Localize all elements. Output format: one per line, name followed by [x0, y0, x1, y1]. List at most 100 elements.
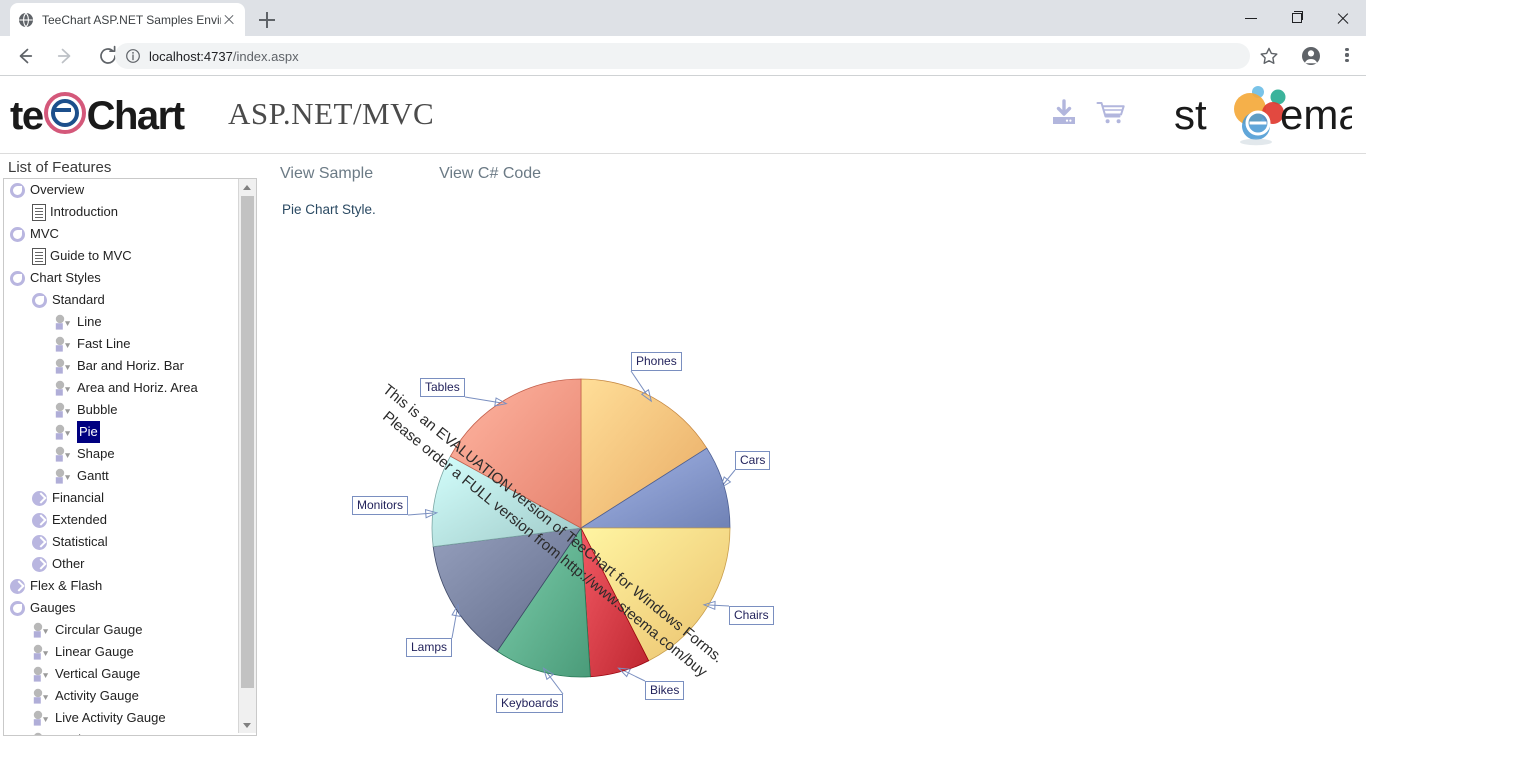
sidebar-item-overview[interactable]: Overview — [4, 179, 236, 201]
browser-tab-title: TeeChart ASP.NET Samples Enviro — [42, 12, 221, 27]
document-icon — [32, 203, 46, 221]
sidebar-item-label: Gantt — [77, 468, 109, 483]
sidebar-item-vertical-gauge[interactable]: Vertical Gauge — [4, 663, 236, 685]
expanded-node-icon[interactable] — [32, 292, 47, 308]
chart-leaf-icon — [32, 622, 52, 639]
sidebar-item-guide-to-mvc[interactable]: Guide to MVC — [4, 245, 236, 267]
sidebar-item-circular-gauge[interactable]: Circular Gauge — [4, 619, 236, 641]
sidebar-item-bubble[interactable]: Bubble — [4, 399, 236, 421]
new-tab-button[interactable] — [255, 8, 279, 32]
url-host: localhost:4737 — [149, 48, 233, 64]
pie-label-phones: Phones — [631, 352, 682, 371]
sidebar-item-gantt[interactable]: Gantt — [4, 465, 236, 487]
download-icon[interactable] — [1047, 96, 1081, 130]
sidebar-item-label: Live Activity Gauge — [55, 710, 166, 725]
sidebar-title: List of Features — [8, 159, 112, 176]
pie-label-text: Lamps — [411, 640, 448, 654]
chart-leaf-icon — [54, 424, 74, 441]
content-tabs: View Sample View C# Code — [280, 165, 607, 183]
sidebar-item-financial[interactable]: Financial — [4, 487, 236, 509]
sidebar-item-label: Circular Gauge — [55, 622, 143, 637]
chart-leaf-icon — [54, 446, 74, 463]
pie-label-monitors: Monitors — [352, 496, 409, 515]
expanded-node-icon[interactable] — [10, 270, 25, 286]
sidebar-item-linear-gauge[interactable]: Linear Gauge — [4, 641, 236, 663]
pie-chart[interactable]: Phones Cars Chairs Bikes Keyboards Lamps Monit… — [262, 223, 1362, 763]
steema-logo[interactable]: st ema — [1172, 82, 1362, 146]
info-icon[interactable] — [125, 48, 141, 64]
sidebar-item-pie[interactable]: Pie — [4, 421, 236, 443]
sidebar-item-other[interactable]: Other — [4, 553, 236, 575]
chart-leaf-icon — [32, 644, 52, 661]
address-bar[interactable]: localhost:4737/index.aspx — [115, 43, 1250, 69]
tab-view-csharp-code[interactable]: View C# Code — [439, 165, 541, 183]
collapsed-node-icon[interactable] — [32, 534, 47, 550]
scrollbar-thumb[interactable] — [241, 196, 254, 688]
sidebar-scrollbar[interactable] — [238, 179, 256, 733]
scroll-down-icon[interactable] — [239, 717, 256, 733]
sidebar-item-introduction[interactable]: Introduction — [4, 201, 236, 223]
sidebar-item-knob-gauge[interactable]: Knob Gauge — [4, 729, 236, 735]
sidebar-item-area-and-horiz-area[interactable]: Area and Horiz. Area — [4, 377, 236, 399]
forward-arrow-icon[interactable] — [53, 43, 79, 69]
svg-text:st: st — [1174, 91, 1207, 138]
expanded-node-icon[interactable] — [10, 600, 25, 616]
sidebar-item-label: Bar and Horiz. Bar — [77, 358, 184, 373]
sidebar-item-label: Overview — [30, 182, 85, 197]
kebab-menu-icon[interactable] — [1338, 45, 1356, 67]
close-icon[interactable] — [1320, 0, 1366, 36]
pie-label-text: Cars — [740, 453, 766, 467]
pie-label-text: Tables — [425, 380, 460, 394]
pie-label-tables: Tables — [420, 378, 465, 397]
sidebar-item-fast-line[interactable]: Fast Line — [4, 333, 236, 355]
browser-tab[interactable]: TeeChart ASP.NET Samples Enviro — [10, 3, 245, 36]
shopping-cart-icon[interactable] — [1094, 96, 1128, 130]
pie-label-bikes: Bikes — [645, 681, 685, 700]
sidebar-item-label: Vertical Gauge — [55, 666, 141, 681]
feature-tree[interactable]: Overview Introduction MVC Guide to MVC Chart… — [3, 178, 257, 736]
sidebar-item-label: Financial — [52, 490, 105, 505]
sidebar-item-live-activity-gauge[interactable]: Live Activity Gauge — [4, 707, 236, 729]
sidebar-item-label: Fast Line — [77, 336, 131, 351]
pie-label-cars: Cars — [735, 451, 771, 470]
sidebar-item-label: Flex & Flash — [30, 578, 103, 593]
maximize-icon[interactable] — [1274, 0, 1320, 36]
sidebar-item-extended[interactable]: Extended — [4, 509, 236, 531]
expanded-node-icon[interactable] — [10, 182, 25, 198]
sidebar-item-label: Introduction — [50, 204, 118, 219]
tab-view-sample[interactable]: View Sample — [280, 165, 373, 183]
sidebar: List of Features Overview Introduction MVC… — [0, 153, 257, 782]
collapsed-node-icon[interactable] — [32, 490, 47, 506]
sidebar-item-gauges[interactable]: Gauges — [4, 597, 236, 619]
collapsed-node-icon[interactable] — [32, 556, 47, 572]
star-icon[interactable] — [1258, 45, 1280, 67]
document-icon — [32, 247, 46, 265]
chart-leaf-icon — [32, 710, 52, 727]
sidebar-item-statistical[interactable]: Statistical — [4, 531, 236, 553]
profile-icon[interactable] — [1300, 45, 1322, 67]
pie-chart-svg[interactable] — [262, 223, 1362, 763]
site-header: te Chart ASP.NET/MVC st ema — [0, 76, 1366, 154]
collapsed-node-icon[interactable] — [10, 578, 25, 594]
sidebar-item-activity-gauge[interactable]: Activity Gauge — [4, 685, 236, 707]
sidebar-item-shape[interactable]: Shape — [4, 443, 236, 465]
sidebar-item-chart-styles[interactable]: Chart Styles — [4, 267, 236, 289]
back-arrow-icon[interactable] — [11, 43, 37, 69]
chart-leaf-icon — [54, 336, 74, 353]
logo-text-tee: te — [10, 94, 44, 138]
sidebar-item-label: Statistical — [52, 534, 108, 549]
minimize-icon[interactable] — [1228, 0, 1274, 36]
sidebar-item-flex-flash[interactable]: Flex & Flash — [4, 575, 236, 597]
sidebar-item-standard[interactable]: Standard — [4, 289, 236, 311]
sidebar-item-label: Guide to MVC — [50, 248, 132, 263]
scroll-up-icon[interactable] — [239, 179, 256, 195]
sidebar-item-label: Gauges — [30, 600, 76, 615]
sidebar-item-mvc[interactable]: MVC — [4, 223, 236, 245]
pie-label-chairs: Chairs — [729, 606, 774, 625]
expanded-node-icon[interactable] — [10, 226, 25, 242]
sidebar-item-line[interactable]: Line — [4, 311, 236, 333]
sidebar-item-bar-and-horiz-bar[interactable]: Bar and Horiz. Bar — [4, 355, 236, 377]
tab-close-icon[interactable] — [221, 12, 237, 28]
sidebar-item-label: Shape — [77, 446, 115, 461]
collapsed-node-icon[interactable] — [32, 512, 47, 528]
